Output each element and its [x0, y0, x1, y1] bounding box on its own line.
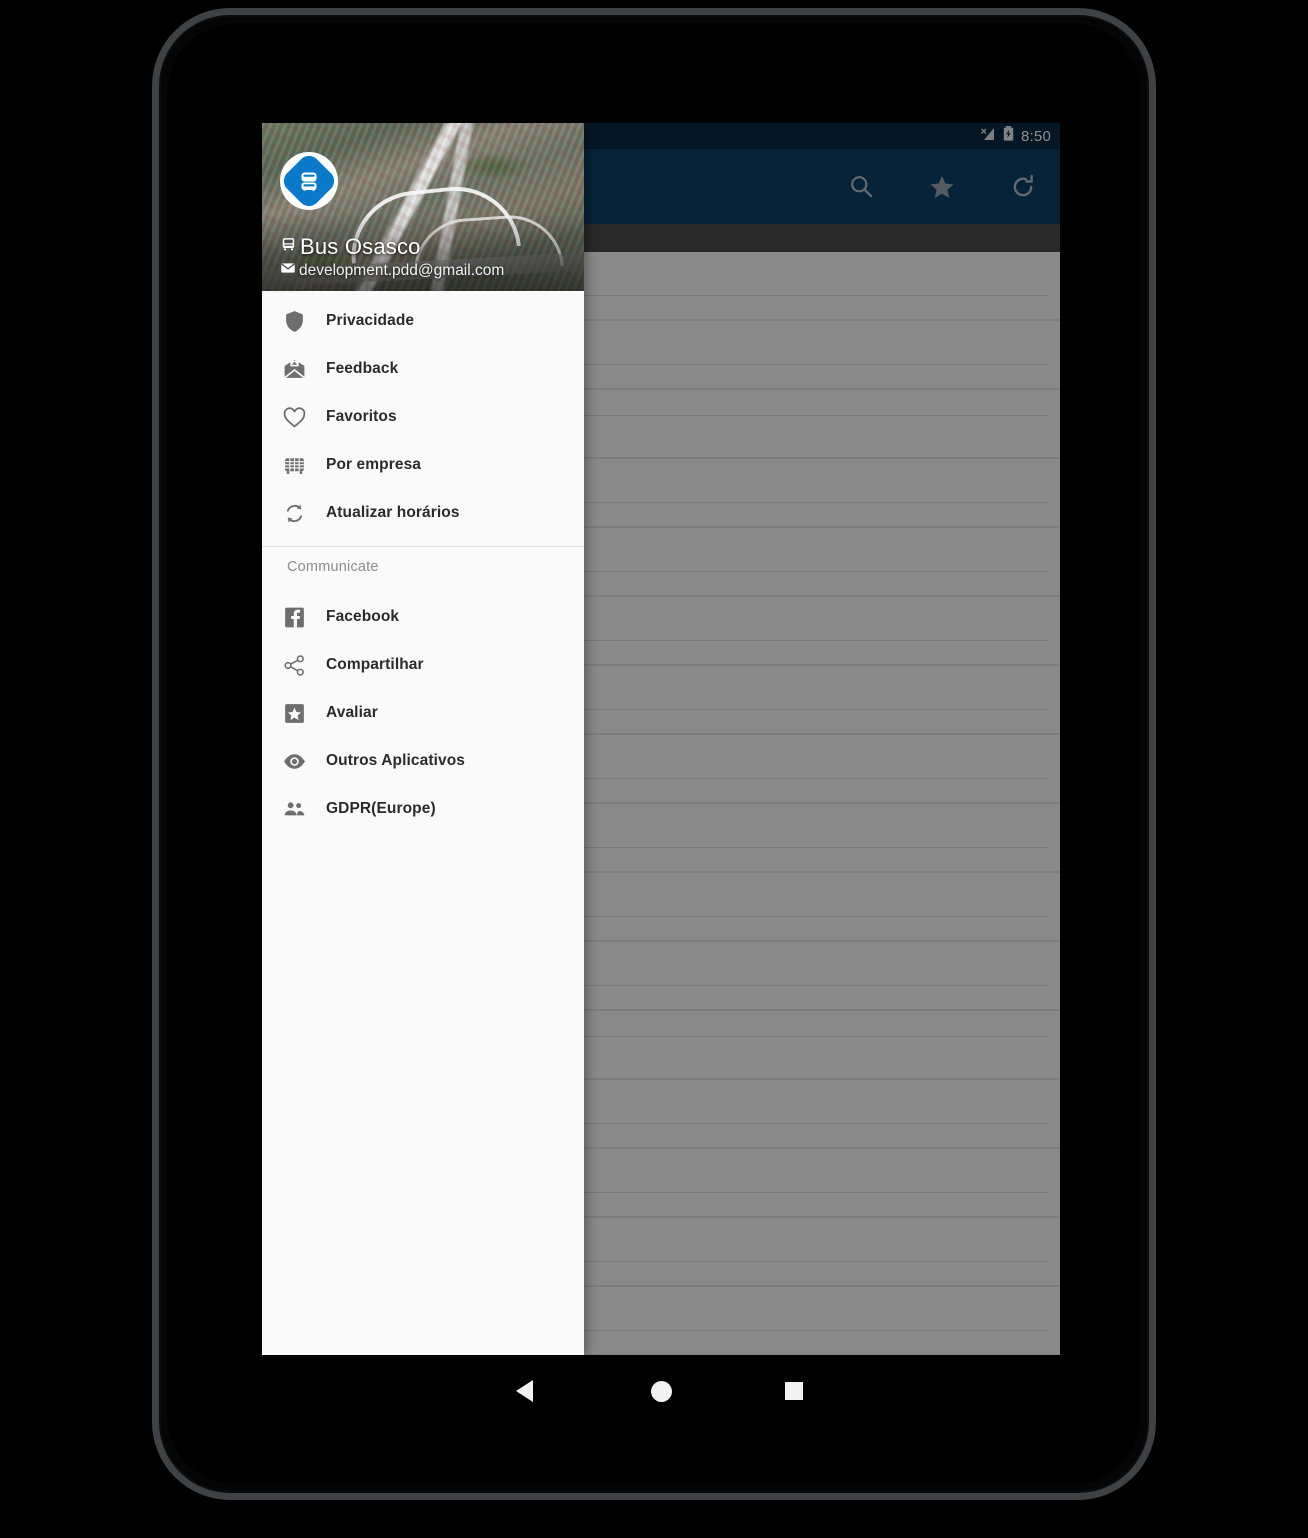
bus-icon: [280, 236, 297, 258]
menu-item-label: Atualizar horários: [326, 504, 460, 521]
star-icon[interactable]: [921, 166, 963, 208]
star-box-icon: [282, 701, 320, 726]
back-button[interactable]: [458, 1355, 591, 1427]
battery-charging-icon: [1003, 126, 1014, 146]
envelope-icon: [280, 260, 296, 281]
signal-no-service-icon: [980, 127, 996, 146]
drawer-primary-menu: Privacidade Feedback Favoritos Por empre…: [262, 291, 584, 537]
drawer-item-favoritos[interactable]: Favoritos: [262, 393, 584, 441]
refresh-loop-icon: [282, 501, 320, 526]
drawer-item-outros-aplicativos[interactable]: Outros Aplicativos: [262, 737, 584, 785]
drawer-item-privacidade[interactable]: Privacidade: [262, 297, 584, 345]
device-inner-bezel: DO PIRITUBA (439TRO) A (228TRO) ANA DE P…: [167, 23, 1141, 1485]
navigation-drawer: Bus Osasco development.pdd@gmail.com Pri…: [262, 123, 584, 1355]
home-button[interactable]: [595, 1355, 728, 1427]
share-icon: [282, 653, 320, 678]
triangle-back-icon: [515, 1380, 533, 1402]
menu-item-label: Feedback: [326, 360, 399, 377]
screen: DO PIRITUBA (439TRO) A (228TRO) ANA DE P…: [262, 123, 1060, 1355]
drawer-item-por-empresa[interactable]: Por empresa: [262, 441, 584, 489]
mail-feedback-icon: [282, 357, 320, 382]
heart-icon: [282, 405, 320, 430]
drawer-item-facebook[interactable]: Facebook: [262, 593, 584, 641]
drawer-item-atualizar-hor-rios[interactable]: Atualizar horários: [262, 489, 584, 537]
drawer-communicate-menu: Facebook Compartilhar Avaliar Outros Apl…: [262, 587, 584, 833]
bus-icon: [282, 453, 320, 478]
menu-item-label: Compartilhar: [326, 656, 424, 673]
profile-name: Bus Osasco: [300, 234, 421, 259]
menu-item-label: Favoritos: [326, 408, 397, 425]
search-icon[interactable]: [840, 166, 882, 208]
tablet-device-frame: DO PIRITUBA (439TRO) A (228TRO) ANA DE P…: [152, 8, 1156, 1500]
drawer-header: Bus Osasco development.pdd@gmail.com: [262, 123, 584, 291]
status-bar-clock: 8:50: [1021, 127, 1051, 145]
drawer-item-gdpr-europe[interactable]: GDPR(Europe): [262, 785, 584, 833]
refresh-icon[interactable]: [1002, 166, 1044, 208]
menu-item-label: Outros Aplicativos: [326, 752, 466, 769]
drawer-item-avaliar[interactable]: Avaliar: [262, 689, 584, 737]
system-navigation-bar: [262, 1355, 1060, 1427]
avatar[interactable]: [279, 151, 339, 211]
eye-icon: [282, 749, 320, 774]
shield-icon: [282, 309, 320, 334]
drawer-item-feedback[interactable]: Feedback: [262, 345, 584, 393]
menu-item-label: Avaliar: [326, 704, 378, 721]
circle-home-icon: [650, 1380, 672, 1402]
profile-info: Bus Osasco development.pdd@gmail.com: [280, 234, 576, 281]
menu-item-label: GDPR(Europe): [326, 800, 436, 817]
people-icon: [282, 797, 320, 822]
recents-button[interactable]: [728, 1355, 861, 1427]
menu-item-label: Facebook: [326, 608, 400, 625]
drawer-section-title: Communicate: [287, 559, 379, 575]
drawer-item-compartilhar[interactable]: Compartilhar: [262, 641, 584, 689]
profile-email: development.pdd@gmail.com: [299, 262, 505, 279]
menu-item-label: Por empresa: [326, 456, 422, 473]
menu-item-label: Privacidade: [326, 312, 415, 329]
square-recents-icon: [785, 1382, 803, 1400]
facebook-icon: [282, 605, 320, 630]
